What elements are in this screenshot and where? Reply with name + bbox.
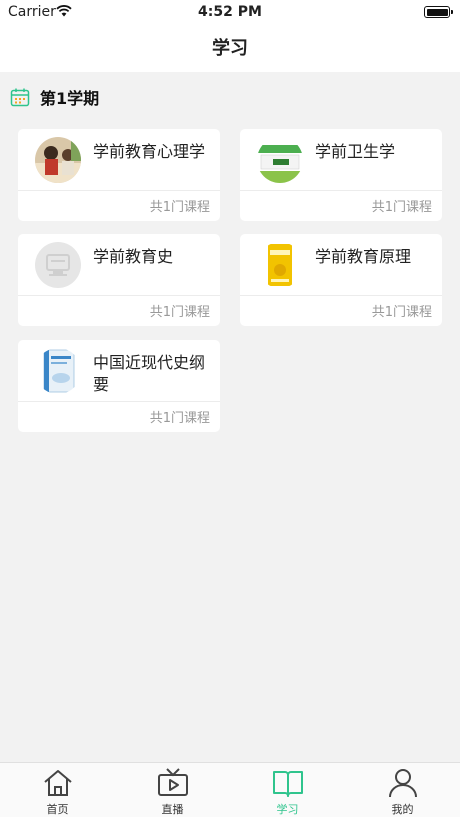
home-icon bbox=[44, 770, 72, 796]
user-icon bbox=[389, 769, 417, 798]
placeholder-icon bbox=[35, 242, 81, 288]
course-card[interactable]: 学前教育史 共1门课程 bbox=[18, 234, 220, 326]
course-card[interactable]: 学前卫生学 共1门课程 bbox=[240, 129, 442, 221]
course-count: 共1门课程 bbox=[149, 305, 210, 320]
course-count: 共1门课程 bbox=[149, 411, 210, 426]
divider bbox=[18, 295, 220, 296]
course-card[interactable]: 学前教育心理学 共1门课程 bbox=[18, 129, 220, 221]
page-title: 学习 bbox=[212, 38, 248, 59]
course-count: 共1门课程 bbox=[371, 200, 432, 215]
course-title: 学前教育心理学 bbox=[93, 142, 206, 161]
tab-live[interactable]: 直播 bbox=[115, 763, 230, 817]
clock: 4:52 PM bbox=[198, 4, 262, 20]
semester-label: 第1学期 bbox=[40, 89, 100, 108]
divider bbox=[18, 190, 220, 191]
tab-study[interactable]: 学习 bbox=[230, 763, 345, 817]
divider bbox=[18, 401, 220, 402]
tab-label: 学习 bbox=[276, 803, 299, 816]
course-thumbnail bbox=[35, 137, 81, 183]
course-thumbnail bbox=[257, 242, 303, 288]
tab-label: 首页 bbox=[46, 803, 69, 816]
tab-label: 我的 bbox=[391, 803, 414, 816]
course-title: 学前教育史 bbox=[93, 247, 174, 266]
battery-icon bbox=[424, 6, 453, 18]
nav-bar: 学习 bbox=[0, 26, 460, 72]
course-thumbnail bbox=[257, 137, 303, 183]
tab-bar: 首页 直播 学习 我的 bbox=[0, 762, 460, 817]
course-title: 中国近现代史纲要 bbox=[93, 353, 206, 394]
divider bbox=[240, 295, 442, 296]
calendar-icon bbox=[10, 88, 30, 107]
tab-home[interactable]: 首页 bbox=[0, 763, 115, 817]
course-title: 学前卫生学 bbox=[315, 142, 396, 161]
book-icon bbox=[273, 771, 303, 797]
divider bbox=[240, 190, 442, 191]
status-bar: Carrier 4:52 PM bbox=[0, 0, 460, 26]
course-card[interactable]: 学前教育原理 共1门课程 bbox=[240, 234, 442, 326]
course-card[interactable]: 中国近现代史纲要 共1门课程 bbox=[18, 340, 220, 432]
semester-header: 第1学期 bbox=[10, 86, 99, 108]
tab-mine[interactable]: 我的 bbox=[345, 763, 460, 817]
course-title: 学前教育原理 bbox=[315, 247, 412, 266]
tab-label: 直播 bbox=[161, 803, 184, 816]
course-count: 共1门课程 bbox=[149, 200, 210, 215]
course-count: 共1门课程 bbox=[371, 305, 432, 320]
course-thumbnail bbox=[35, 348, 81, 394]
tv-icon bbox=[158, 768, 188, 796]
